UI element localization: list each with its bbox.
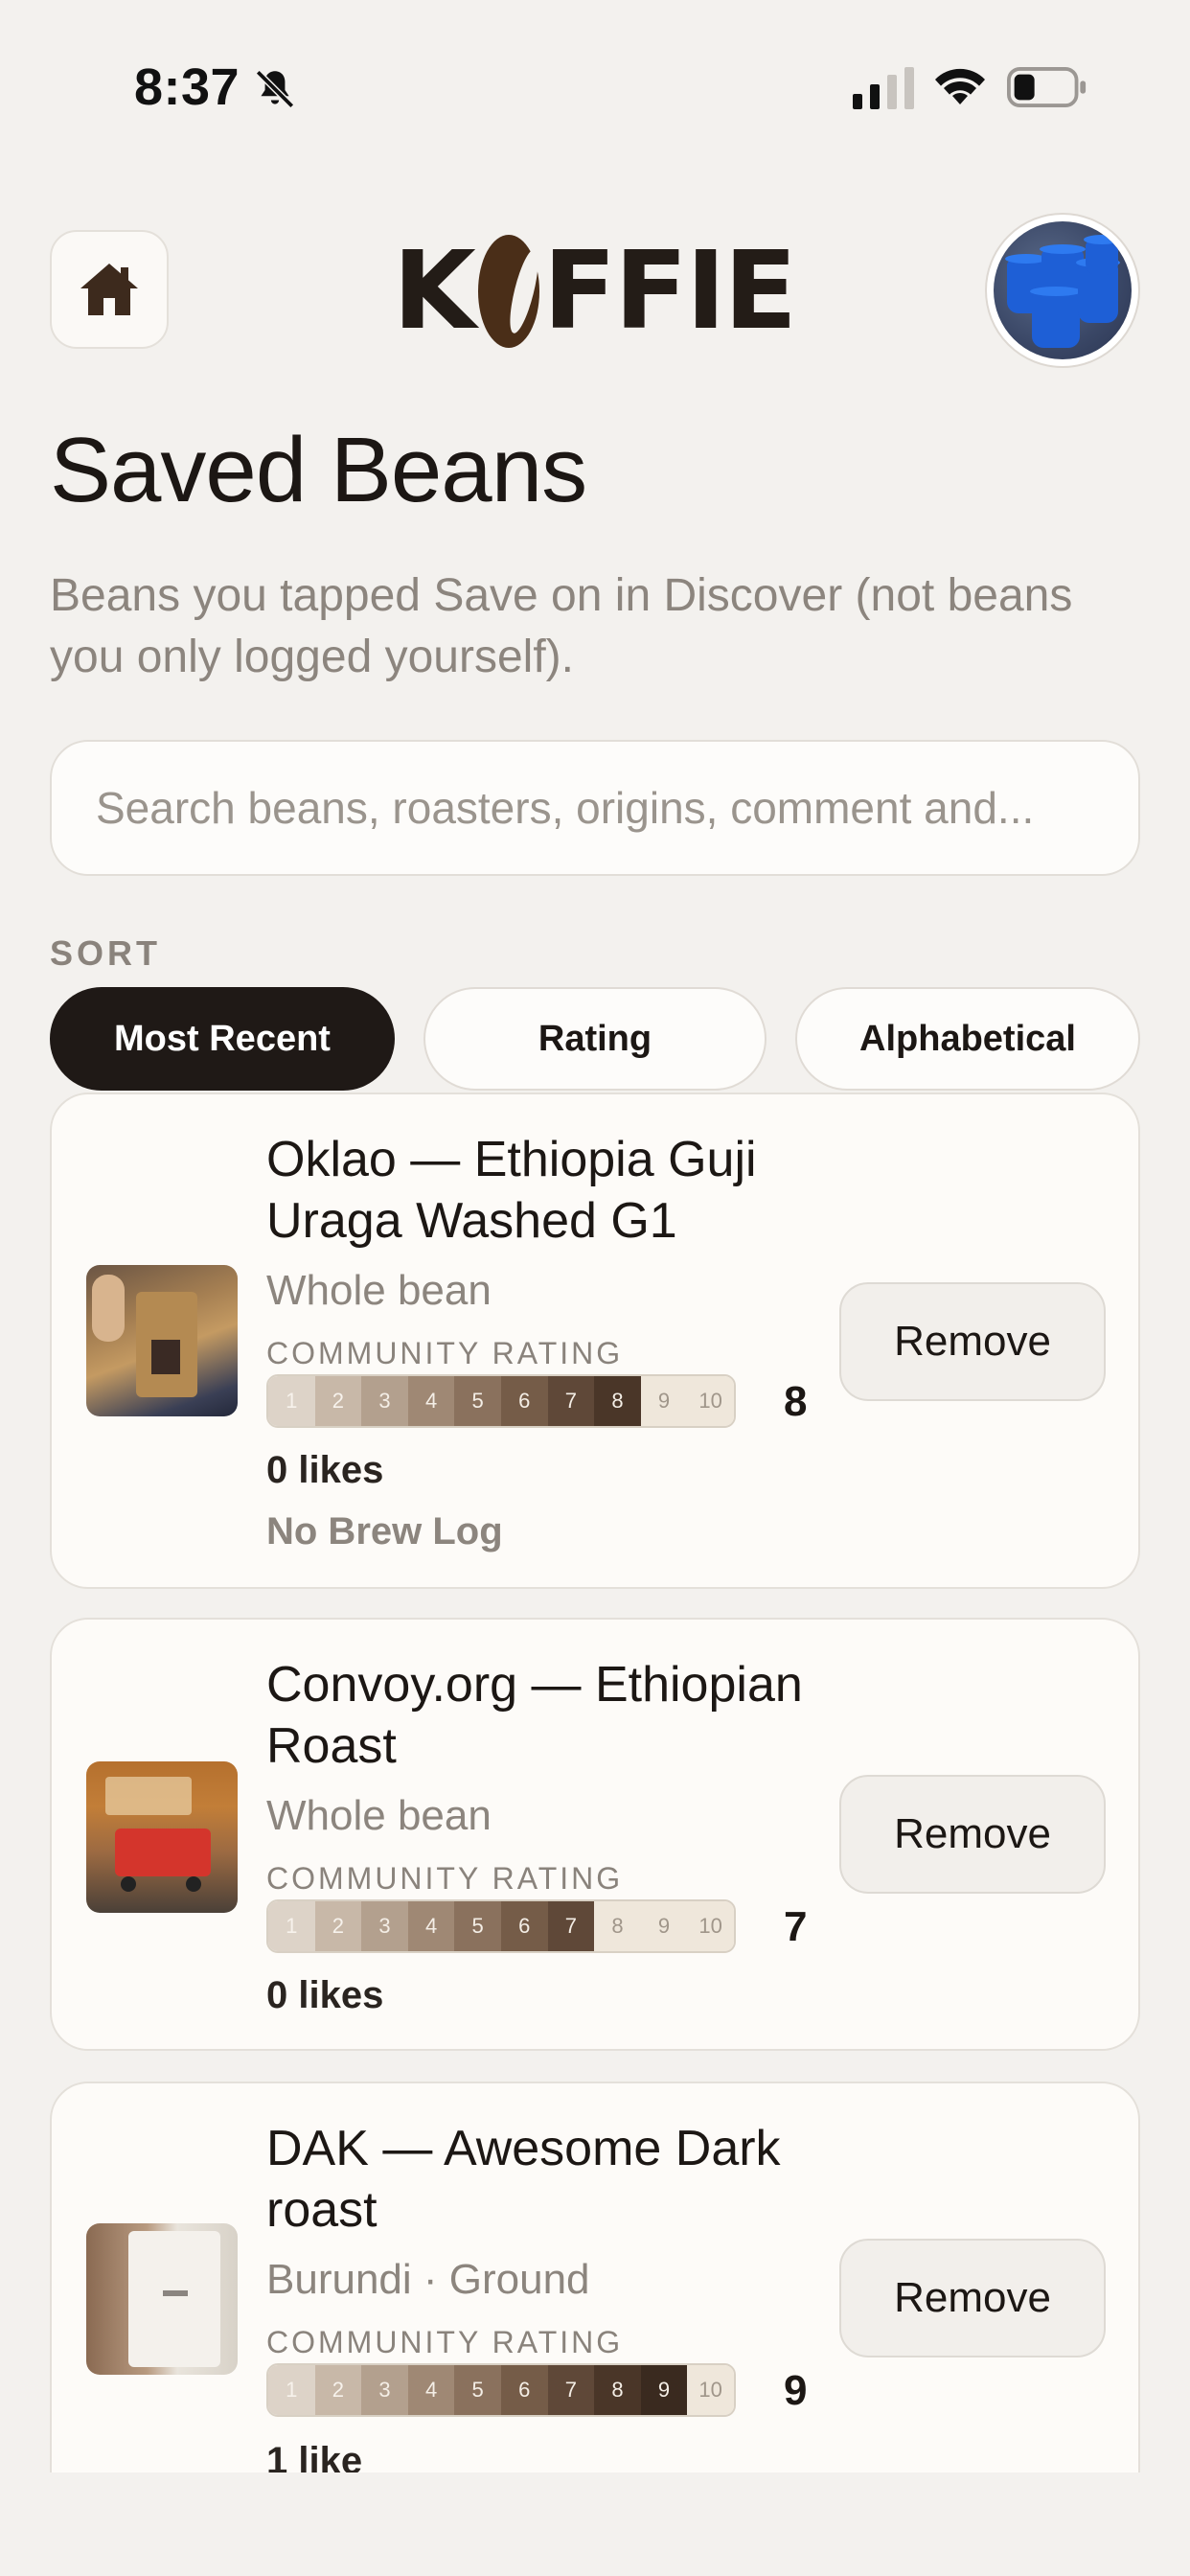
rating-value: 7 bbox=[784, 1903, 808, 1950]
community-rating-bar: 1 2 3 4 5 6 7 8 9 10 bbox=[266, 2363, 736, 2417]
rating-segment-9: 9 bbox=[640, 2365, 688, 2415]
bean-meta: Whole bean bbox=[266, 1792, 492, 1839]
rating-segment-3: 3 bbox=[361, 1376, 408, 1426]
rating-segment-6: 6 bbox=[500, 2365, 548, 2415]
rating-segment-6: 6 bbox=[500, 1901, 548, 1951]
rating-segment-9: 9 bbox=[640, 1376, 688, 1426]
rating-segment-7: 7 bbox=[547, 2365, 595, 2415]
community-rating-bar: 1 2 3 4 5 6 7 8 9 10 bbox=[266, 1374, 736, 1428]
bean-photo bbox=[86, 2223, 238, 2375]
rating-segment-6: 6 bbox=[500, 1376, 548, 1426]
search-field[interactable] bbox=[50, 740, 1140, 876]
rating-value: 8 bbox=[784, 1378, 808, 1425]
rating-segment-5: 5 bbox=[454, 1376, 501, 1426]
cellular-signal-icon bbox=[853, 67, 914, 109]
search-input[interactable] bbox=[96, 782, 1094, 834]
coffee-bean-icon bbox=[477, 235, 539, 348]
likes-count: 0 likes bbox=[266, 1974, 384, 2016]
rating-segment-10: 10 bbox=[687, 1901, 734, 1951]
rating-segment-1: 1 bbox=[268, 2365, 315, 2415]
rating-segment-5: 5 bbox=[454, 2365, 501, 2415]
rating-segment-10: 10 bbox=[687, 1376, 734, 1426]
rating-segment-2: 2 bbox=[314, 2365, 362, 2415]
bean-title: Oklao — Ethiopia Guji Uraga Washed G1 bbox=[266, 1132, 757, 1249]
community-rating-label: COMMUNITY RATING bbox=[266, 1336, 624, 1370]
rating-segment-7: 7 bbox=[547, 1901, 595, 1951]
status-bar: 8:37 bbox=[0, 0, 1190, 172]
community-rating-label: COMMUNITY RATING bbox=[266, 2325, 624, 2359]
bean-photo bbox=[86, 1761, 238, 1913]
logo-letters-ffie: FFIE bbox=[542, 229, 797, 354]
bottom-fade bbox=[0, 2472, 1190, 2576]
sort-rating-button[interactable]: Rating bbox=[423, 987, 767, 1091]
page-subtitle: Beans you tapped Save on in Discover (no… bbox=[50, 570, 1073, 682]
community-rating-bar: 1 2 3 4 5 6 7 8 9 10 bbox=[266, 1899, 736, 1953]
page-title: Saved Beans bbox=[50, 419, 587, 521]
rating-segment-3: 3 bbox=[361, 1901, 408, 1951]
status-time: 8:37 bbox=[134, 58, 240, 116]
koffie-logo: K FFIE bbox=[393, 226, 797, 356]
likes-count: 0 likes bbox=[266, 1449, 384, 1491]
profile-avatar[interactable] bbox=[985, 213, 1140, 368]
rating-segment-2: 2 bbox=[314, 1376, 362, 1426]
bean-title: DAK — Awesome Dark roast bbox=[266, 2121, 781, 2238]
sort-most-recent-button[interactable]: Most Recent bbox=[50, 987, 395, 1091]
bean-card[interactable]: Oklao — Ethiopia Guji Uraga Washed G1 Wh… bbox=[50, 1092, 1140, 1589]
rating-segment-8: 8 bbox=[594, 2365, 641, 2415]
avatar-photo bbox=[994, 221, 1132, 359]
bell-muted-icon bbox=[255, 69, 295, 109]
sort-label: SORT bbox=[50, 933, 162, 973]
home-button[interactable] bbox=[50, 230, 169, 349]
rating-segment-5: 5 bbox=[454, 1901, 501, 1951]
sort-alphabetical-button[interactable]: Alphabetical bbox=[795, 987, 1140, 1091]
community-rating-label: COMMUNITY RATING bbox=[266, 1861, 624, 1896]
bean-card[interactable]: Convoy.org — Ethiopian Roast Whole bean … bbox=[50, 1618, 1140, 2051]
bean-meta: Whole bean bbox=[266, 1267, 492, 1314]
brew-log-status: No Brew Log bbox=[266, 1510, 503, 1552]
rating-value: 9 bbox=[784, 2367, 808, 2414]
rating-segment-8: 8 bbox=[594, 1376, 641, 1426]
remove-button[interactable]: Remove bbox=[839, 2239, 1106, 2358]
home-icon bbox=[80, 264, 138, 315]
rating-segment-4: 4 bbox=[407, 1901, 455, 1951]
rating-segment-8: 8 bbox=[594, 1901, 641, 1951]
rating-segment-7: 7 bbox=[547, 1376, 595, 1426]
wifi-icon bbox=[935, 68, 985, 104]
rating-segment-1: 1 bbox=[268, 1376, 315, 1426]
rating-segment-2: 2 bbox=[314, 1901, 362, 1951]
bean-photo bbox=[86, 1265, 238, 1416]
remove-button[interactable]: Remove bbox=[839, 1775, 1106, 1894]
remove-button[interactable]: Remove bbox=[839, 1282, 1106, 1401]
bean-title: Convoy.org — Ethiopian Roast bbox=[266, 1657, 803, 1774]
rating-segment-1: 1 bbox=[268, 1901, 315, 1951]
rating-segment-4: 4 bbox=[407, 1376, 455, 1426]
battery-icon bbox=[1007, 67, 1087, 107]
bean-meta: Burundi · Ground bbox=[266, 2256, 590, 2303]
rating-segment-3: 3 bbox=[361, 2365, 408, 2415]
rating-segment-4: 4 bbox=[407, 2365, 455, 2415]
rating-segment-9: 9 bbox=[640, 1901, 688, 1951]
rating-segment-10: 10 bbox=[687, 2365, 734, 2415]
logo-letter-k: K bbox=[393, 229, 476, 354]
